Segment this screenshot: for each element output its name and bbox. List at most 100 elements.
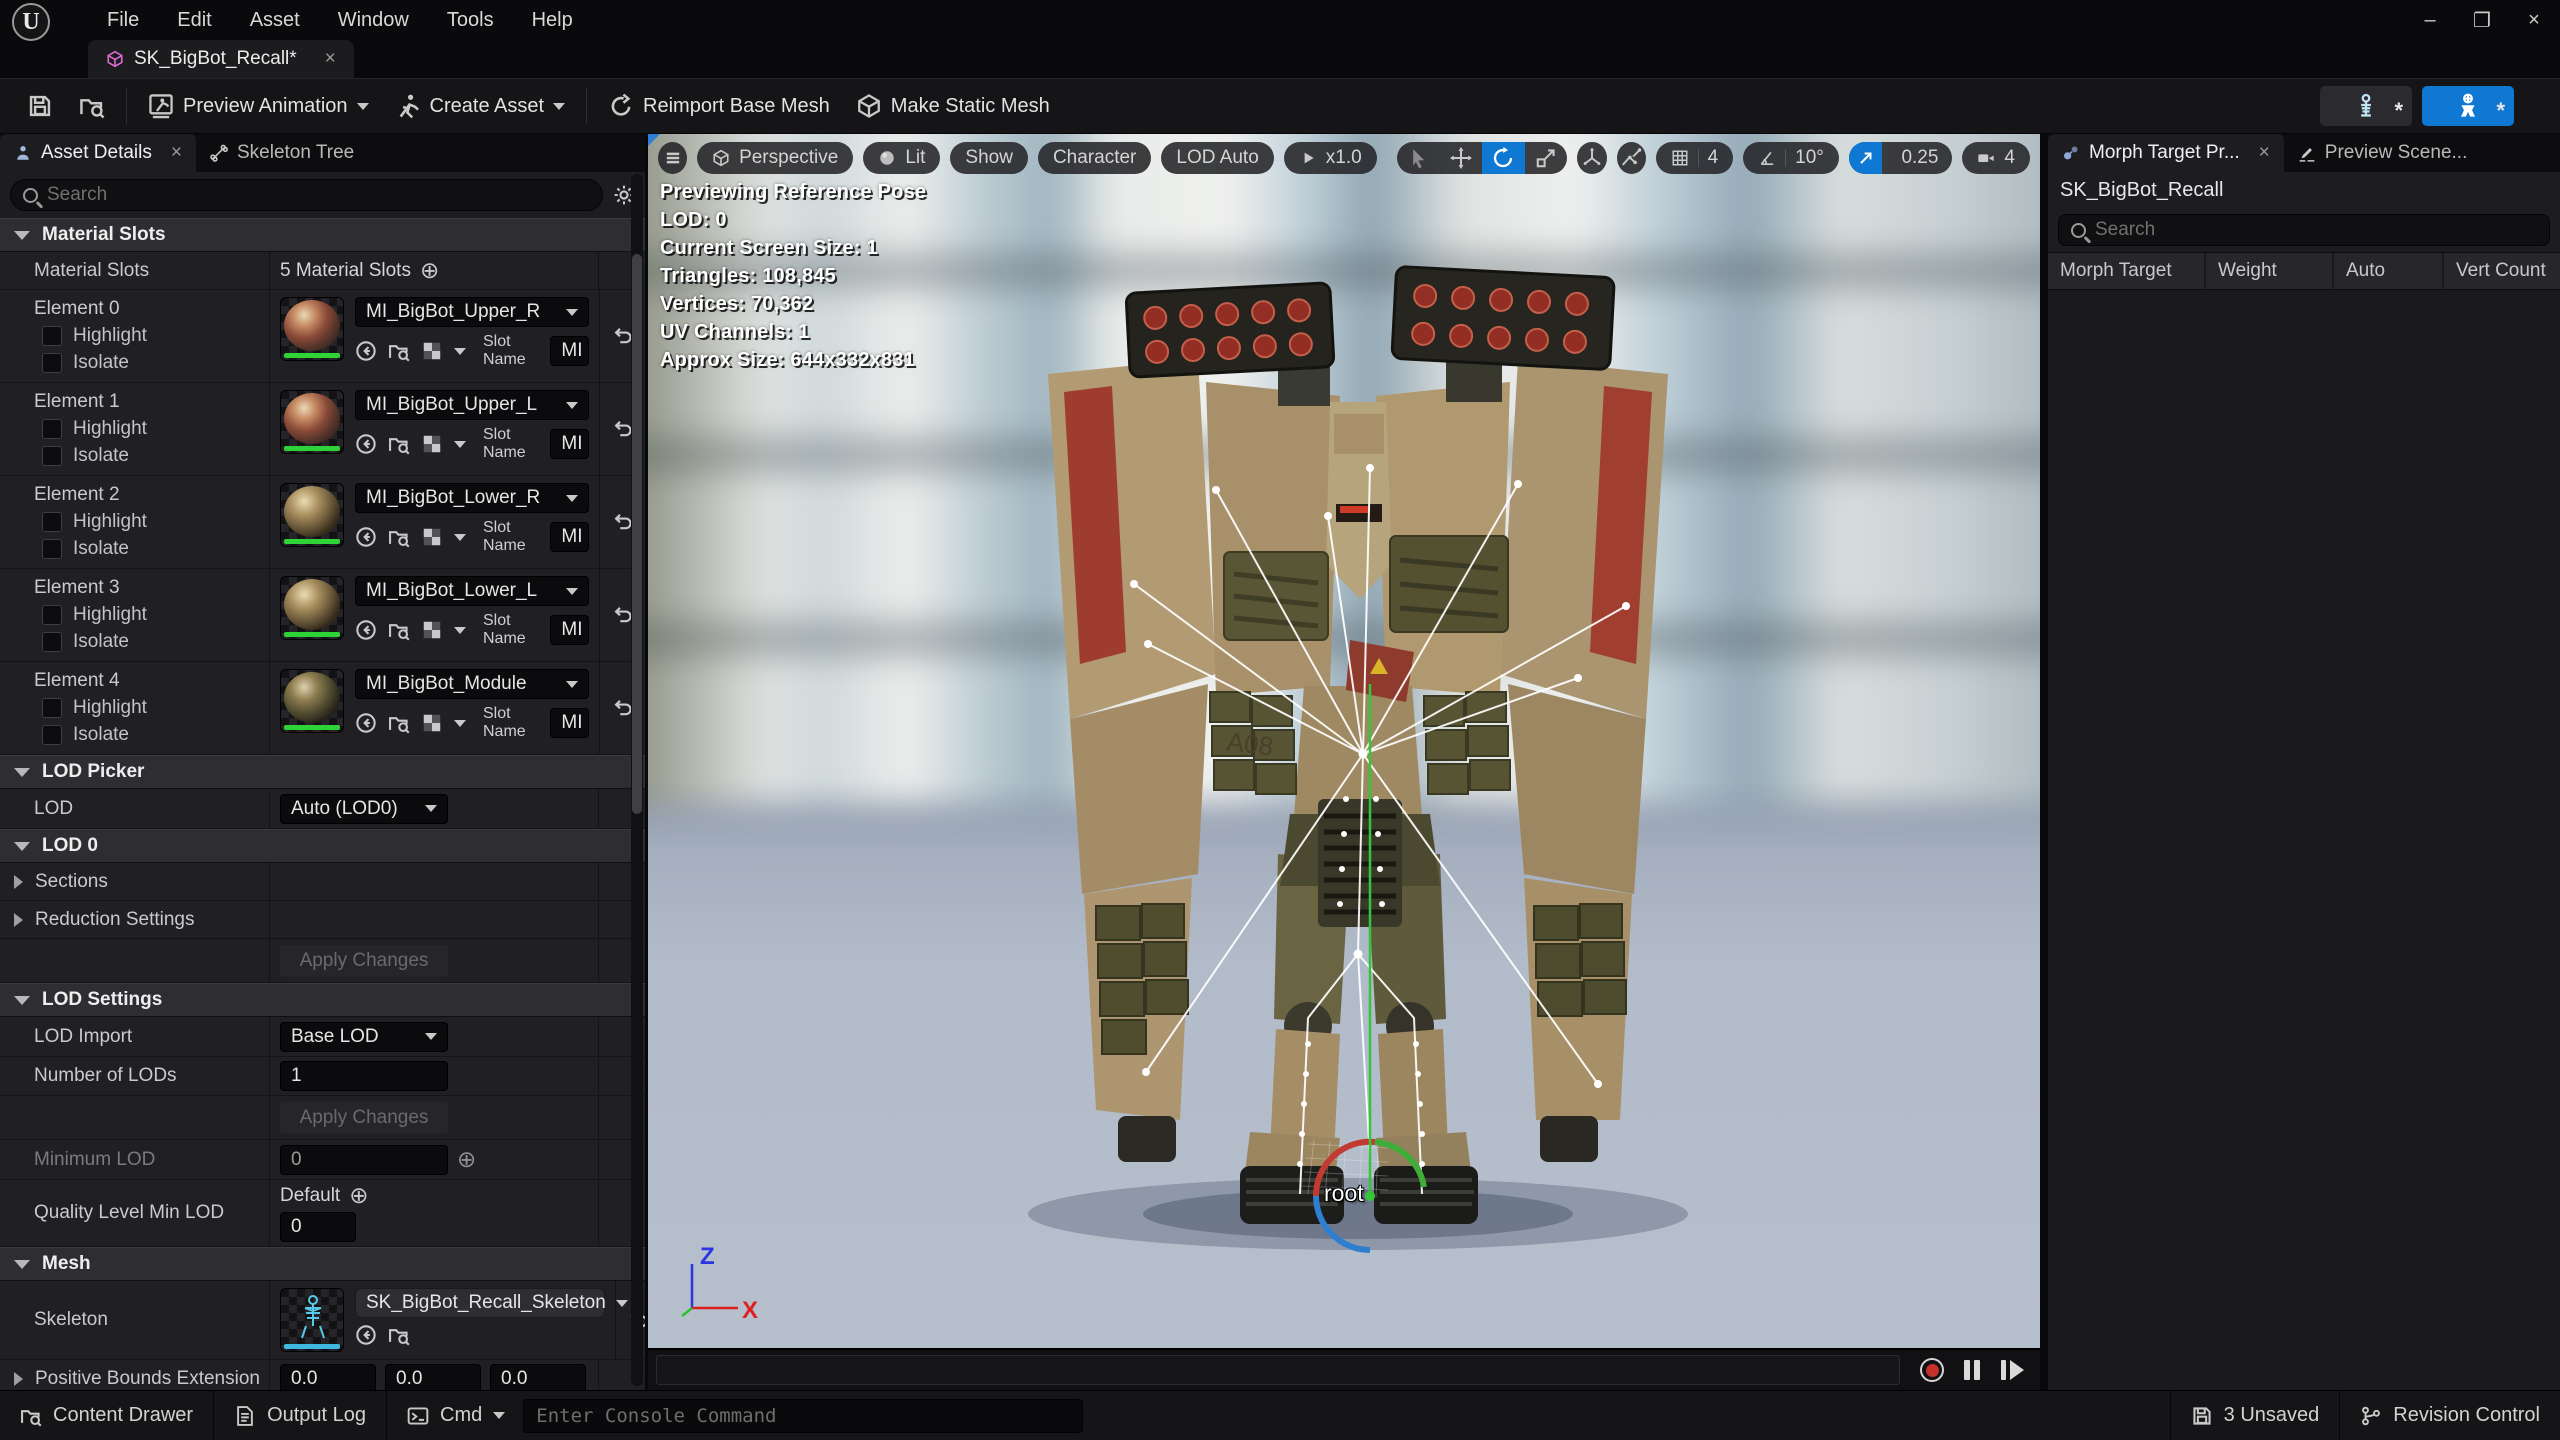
add-quality-override-icon[interactable]: ⊕: [349, 1184, 368, 1207]
menu-tools[interactable]: Tools: [428, 0, 513, 40]
expand-arrow-icon[interactable]: [14, 875, 23, 889]
viewport-options-button[interactable]: [658, 142, 687, 174]
close-button[interactable]: ×: [2508, 0, 2560, 40]
section-lod0[interactable]: LOD 0: [0, 829, 645, 863]
browse-to-asset-icon[interactable]: [388, 340, 410, 362]
material-select[interactable]: MI_BigBot_Module: [355, 669, 589, 699]
slot-name-input[interactable]: MI: [550, 522, 589, 552]
tab-morph-target-preview[interactable]: Morph Target Pr... ×: [2048, 134, 2284, 172]
tab-close-icon[interactable]: ×: [171, 142, 182, 164]
highlight-checkbox[interactable]: [42, 419, 62, 439]
use-selected-asset-icon[interactable]: [355, 526, 377, 548]
reimport-base-mesh-button[interactable]: Reimport Base Mesh: [595, 85, 843, 127]
use-selected-asset-icon[interactable]: [355, 1324, 377, 1346]
highlight-checkbox[interactable]: [42, 512, 62, 532]
section-lod-picker[interactable]: LOD Picker: [0, 755, 645, 789]
chevron-down-icon[interactable]: [454, 441, 466, 448]
slot-name-input[interactable]: MI: [550, 429, 589, 459]
column-auto[interactable]: Auto: [2334, 253, 2444, 289]
show-button[interactable]: Show: [950, 142, 1028, 174]
timeline-track[interactable]: [656, 1355, 1900, 1385]
bounds-x-input[interactable]: 0.0: [280, 1364, 376, 1390]
quality-min-lod-input[interactable]: 0: [280, 1212, 356, 1242]
unsaved-button[interactable]: 3 Unsaved: [2171, 1391, 2340, 1440]
menu-asset[interactable]: Asset: [231, 0, 319, 40]
column-morph-target[interactable]: Morph Target: [2048, 253, 2206, 289]
material-picker-icon[interactable]: [421, 433, 443, 455]
skeleton-asset-button[interactable]: *: [2320, 86, 2412, 126]
use-selected-asset-icon[interactable]: [355, 712, 377, 734]
highlight-checkbox[interactable]: [42, 326, 62, 346]
slot-name-input[interactable]: MI: [550, 708, 589, 738]
material-picker-icon[interactable]: [421, 340, 443, 362]
search-input[interactable]: [47, 184, 590, 206]
menu-window[interactable]: Window: [319, 0, 428, 40]
skeleton-select[interactable]: SK_BigBot_Recall_Skeleton: [355, 1288, 605, 1318]
make-static-mesh-button[interactable]: Make Static Mesh: [843, 85, 1063, 127]
lod-import-select[interactable]: Base LOD: [280, 1022, 448, 1052]
rotation-snap-button[interactable]: 10°: [1743, 142, 1839, 174]
viewport-3d[interactable]: A08: [648, 134, 2040, 1348]
camera-settings-button[interactable]: 4: [1962, 142, 2030, 174]
isolate-checkbox[interactable]: [42, 725, 62, 745]
save-button[interactable]: [14, 85, 66, 127]
camera-speed-button[interactable]: 0.25: [1849, 142, 1953, 174]
reduction-settings-row[interactable]: Reduction Settings: [0, 901, 645, 939]
cmd-button[interactable]: Cmd: [387, 1391, 511, 1440]
section-mesh[interactable]: Mesh: [0, 1247, 645, 1281]
coordinate-space-button[interactable]: [1577, 142, 1606, 174]
browse-to-asset-icon[interactable]: [388, 526, 410, 548]
restore-button[interactable]: ❐: [2456, 0, 2508, 40]
morph-table-body[interactable]: [2048, 290, 2560, 1390]
record-button[interactable]: [1912, 1354, 1952, 1386]
chevron-down-icon[interactable]: [454, 720, 466, 727]
lit-mode-button[interactable]: Lit: [863, 142, 940, 174]
output-log-button[interactable]: Output Log: [214, 1391, 386, 1440]
pause-button[interactable]: [1952, 1354, 1992, 1386]
column-weight[interactable]: Weight: [2206, 253, 2334, 289]
highlight-checkbox[interactable]: [42, 605, 62, 625]
browse-to-asset-icon[interactable]: [388, 619, 410, 641]
grid-snap-button[interactable]: 4: [1656, 142, 1734, 174]
browse-to-asset-icon[interactable]: [388, 712, 410, 734]
minimum-lod-input[interactable]: 0: [280, 1145, 448, 1175]
per-platform-override-icon[interactable]: ⊕: [457, 1148, 476, 1171]
tab-preview-scene-settings[interactable]: Preview Scene...: [2284, 134, 2482, 172]
rotate-tool-button[interactable]: [1482, 142, 1525, 174]
playback-speed-button[interactable]: x1.0: [1284, 142, 1377, 174]
tab-asset-details[interactable]: Asset Details ×: [0, 134, 196, 172]
expand-arrow-icon[interactable]: [14, 913, 23, 927]
isolate-checkbox[interactable]: [42, 353, 62, 373]
bounds-z-input[interactable]: 0.0: [490, 1364, 586, 1390]
chevron-down-icon[interactable]: [454, 348, 466, 355]
scale-tool-button[interactable]: [1525, 142, 1568, 174]
material-picker-icon[interactable]: [421, 526, 443, 548]
slot-name-input[interactable]: MI: [550, 336, 589, 366]
move-tool-button[interactable]: [1439, 142, 1482, 174]
bounds-y-input[interactable]: 0.0: [385, 1364, 481, 1390]
material-thumbnail[interactable]: [280, 669, 344, 733]
expand-arrow-icon[interactable]: [14, 1372, 23, 1386]
material-select[interactable]: MI_BigBot_Upper_R: [355, 297, 589, 327]
material-picker-icon[interactable]: [421, 712, 443, 734]
minimize-button[interactable]: –: [2404, 0, 2456, 40]
tab-skeleton-tree[interactable]: Skeleton Tree: [196, 134, 368, 172]
preview-animation-button[interactable]: Preview Animation: [135, 85, 382, 127]
material-select[interactable]: MI_BigBot_Lower_L: [355, 576, 589, 606]
step-forward-button[interactable]: [1992, 1354, 2032, 1386]
use-selected-asset-icon[interactable]: [355, 340, 377, 362]
menu-file[interactable]: File: [88, 0, 158, 40]
lod-auto-button[interactable]: LOD Auto: [1161, 142, 1273, 174]
browse-to-asset-icon[interactable]: [388, 1324, 410, 1346]
material-thumbnail[interactable]: [280, 483, 344, 547]
material-thumbnail[interactable]: [280, 297, 344, 361]
material-thumbnail[interactable]: [280, 390, 344, 454]
tab-close-icon[interactable]: ×: [2259, 142, 2270, 164]
apply-changes-button[interactable]: Apply Changes: [280, 945, 448, 977]
tab-close-icon[interactable]: ×: [325, 48, 336, 70]
sections-row[interactable]: Sections: [0, 863, 645, 901]
revision-control-button[interactable]: Revision Control: [2340, 1391, 2560, 1440]
details-scrollbar[interactable]: [631, 174, 643, 1386]
apply-changes-button[interactable]: Apply Changes: [280, 1102, 448, 1134]
asset-tab[interactable]: SK_BigBot_Recall* ×: [88, 40, 354, 78]
